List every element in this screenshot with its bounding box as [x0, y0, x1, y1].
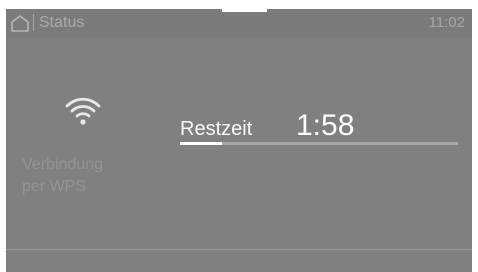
home-icon[interactable]	[10, 14, 30, 32]
wps-label-line-1: Verbindung	[22, 156, 103, 173]
progress-fill	[180, 142, 222, 145]
footer-divider	[6, 249, 472, 250]
clock: 11:02	[428, 14, 465, 31]
remaining-time-label: Restzeit	[180, 118, 253, 140]
remaining-time-value: 1:58	[296, 109, 355, 142]
wps-connection-label: Verbindung per WPS	[22, 154, 142, 198]
status-screen: Status 11:02 Verbindung per WPS Restzeit…	[6, 9, 472, 272]
progress-bar	[180, 142, 458, 145]
top-indicator	[222, 9, 267, 12]
page-title: Status	[39, 14, 85, 31]
wifi-icon[interactable]	[63, 92, 103, 126]
header-separator	[33, 14, 34, 31]
wps-label-line-2: per WPS	[22, 178, 87, 195]
status-header: Status 11:02	[6, 9, 472, 37]
